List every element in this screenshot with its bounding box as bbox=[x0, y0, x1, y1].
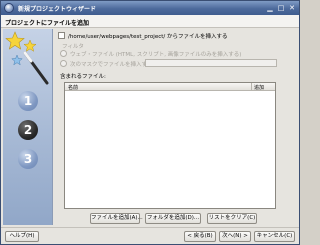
wizard-window: 新規プロジェクトウィザード ▁ □ ✕ プロジェクトにファイルを追加 1 2 3… bbox=[0, 0, 300, 245]
help-button[interactable]: ヘルプ(H) bbox=[5, 231, 39, 242]
add-files-button[interactable]: ファイルを追加(A)... bbox=[90, 213, 143, 224]
column-add-header[interactable]: 追加 bbox=[254, 84, 264, 91]
files-list[interactable]: 名前 追加 bbox=[64, 82, 276, 209]
column-name-header[interactable]: 名前 bbox=[68, 84, 78, 91]
mask-input[interactable] bbox=[145, 59, 277, 67]
filter-group-label: フィルタ bbox=[62, 44, 84, 50]
back-button[interactable]: < 戻る(B) bbox=[184, 231, 216, 242]
page-header: プロジェクトにファイルを追加 bbox=[1, 15, 299, 28]
window-title: 新規プロジェクトウィザード bbox=[18, 6, 97, 13]
page-title: プロジェクトにファイルを追加 bbox=[5, 20, 90, 27]
filter-web-label: ウェブ・ファイル (HTML, スクリプト, 画像ファイルのみを挿入する) bbox=[70, 52, 242, 58]
clear-list-button[interactable]: リストをクリア(C) bbox=[207, 213, 257, 224]
wizard-app-icon[interactable] bbox=[4, 3, 14, 13]
wizard-sidebar: 1 2 3 bbox=[3, 29, 53, 225]
magic-wand-stars-icon bbox=[5, 31, 49, 85]
filter-web-radio[interactable] bbox=[60, 50, 67, 57]
insert-files-label: /home/user/webpages/test_project/ からファイル… bbox=[68, 34, 228, 40]
title-bar[interactable]: 新規プロジェクトウィザード ▁ □ ✕ bbox=[1, 1, 299, 15]
column-divider[interactable] bbox=[251, 83, 252, 91]
cancel-button[interactable]: キャンセル(C) bbox=[254, 231, 295, 242]
maximize-icon[interactable]: □ bbox=[277, 4, 285, 12]
included-files-label: 含まれるファイル: bbox=[60, 74, 106, 80]
step-1-icon: 1 bbox=[18, 91, 38, 111]
filter-mask-radio[interactable] bbox=[60, 60, 67, 67]
step-3-icon: 3 bbox=[18, 149, 38, 169]
close-icon[interactable]: ✕ bbox=[288, 4, 296, 12]
filter-mask-label: 次のマスクでファイルを挿入する bbox=[70, 62, 153, 68]
next-button[interactable]: 次へ(N) > bbox=[219, 231, 251, 242]
minimize-icon[interactable]: ▁ bbox=[266, 4, 274, 12]
step-2-icon: 2 bbox=[18, 120, 38, 140]
insert-files-checkbox[interactable] bbox=[58, 32, 65, 39]
add-folder-button[interactable]: フォルダを追加(D)... bbox=[145, 213, 201, 224]
files-list-header: 名前 追加 bbox=[65, 83, 275, 91]
